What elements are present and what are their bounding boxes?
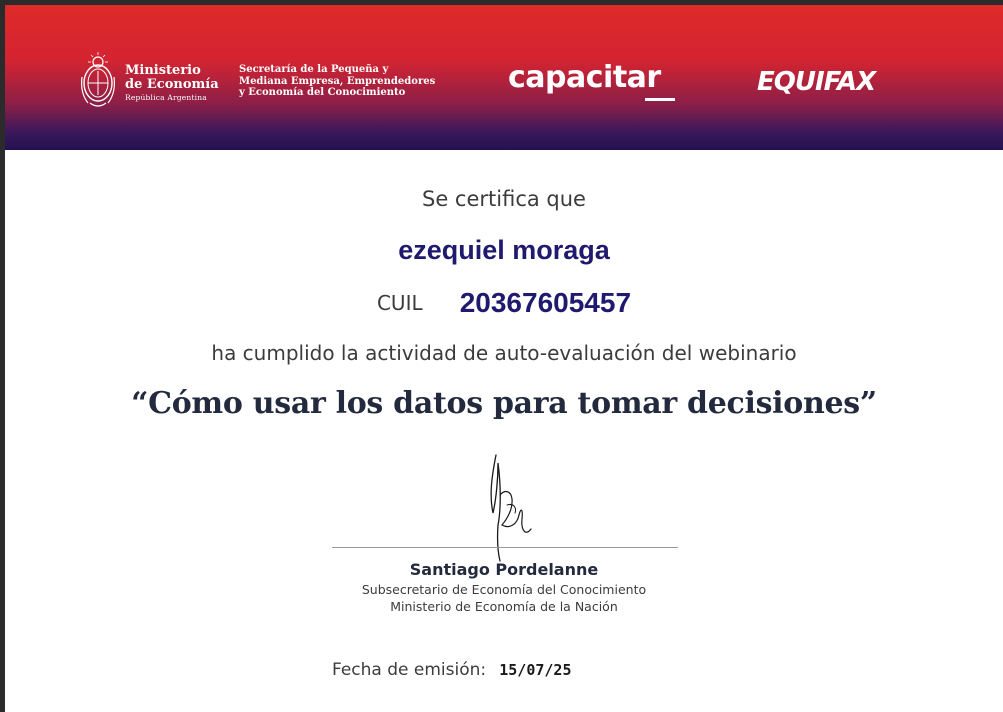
certificate-header: Ministerio de Economía República Argenti… (5, 5, 1003, 150)
equifax-logo: EQUIFAX (757, 67, 876, 97)
capacitar-logo: capacitar (508, 60, 661, 95)
signer-name: Santiago Pordelanne (409, 560, 599, 579)
recipient-name: ezequiel moraga (398, 235, 610, 265)
escudo-nacional-icon (81, 52, 115, 107)
certifica-intro: Se certifica que (422, 187, 586, 211)
issue-date-value: 15/07/25 (499, 661, 572, 679)
secretaria-line1: Secretaría de la Pequeña y (239, 64, 389, 75)
issue-date-label: Fecha de emisión: (332, 660, 487, 680)
certificate-page: Ministerio de Economía República Argenti… (5, 5, 1003, 712)
ministerio-line3: República Argentina (125, 93, 207, 102)
secretaria-logo-text: Secretaría de la Pequeña y Mediana Empre… (239, 64, 435, 99)
signer-organization: Ministerio de Economía de la Nación (390, 599, 618, 614)
cuil-number: 20367605457 (459, 287, 632, 318)
ministerio-logo-text: Ministerio de Economía República Argenti… (125, 64, 219, 103)
capacitar-logo-underline (645, 98, 675, 101)
cuil-row: CUIL 20367605457 (5, 287, 1003, 319)
handwritten-signature (490, 454, 532, 562)
secretaria-line2: Mediana Empresa, Emprendedores (239, 75, 436, 87)
cuil-label: CUIL (376, 291, 423, 315)
ministerio-line1: Ministerio (125, 63, 201, 78)
ministerio-line2: de Economía (125, 77, 219, 92)
secretaria-line3: y Economía del Conocimiento (239, 87, 406, 98)
activity-text: ha cumplido la actividad de auto-evaluac… (211, 341, 797, 365)
issue-date-row: Fecha de emisión: 15/07/25 (332, 660, 571, 680)
signer-role: Subsecretario de Economía del Conocimien… (361, 582, 647, 597)
signature-line (332, 547, 678, 548)
webinar-title: “Cómo usar los datos para tomar decision… (131, 386, 877, 421)
